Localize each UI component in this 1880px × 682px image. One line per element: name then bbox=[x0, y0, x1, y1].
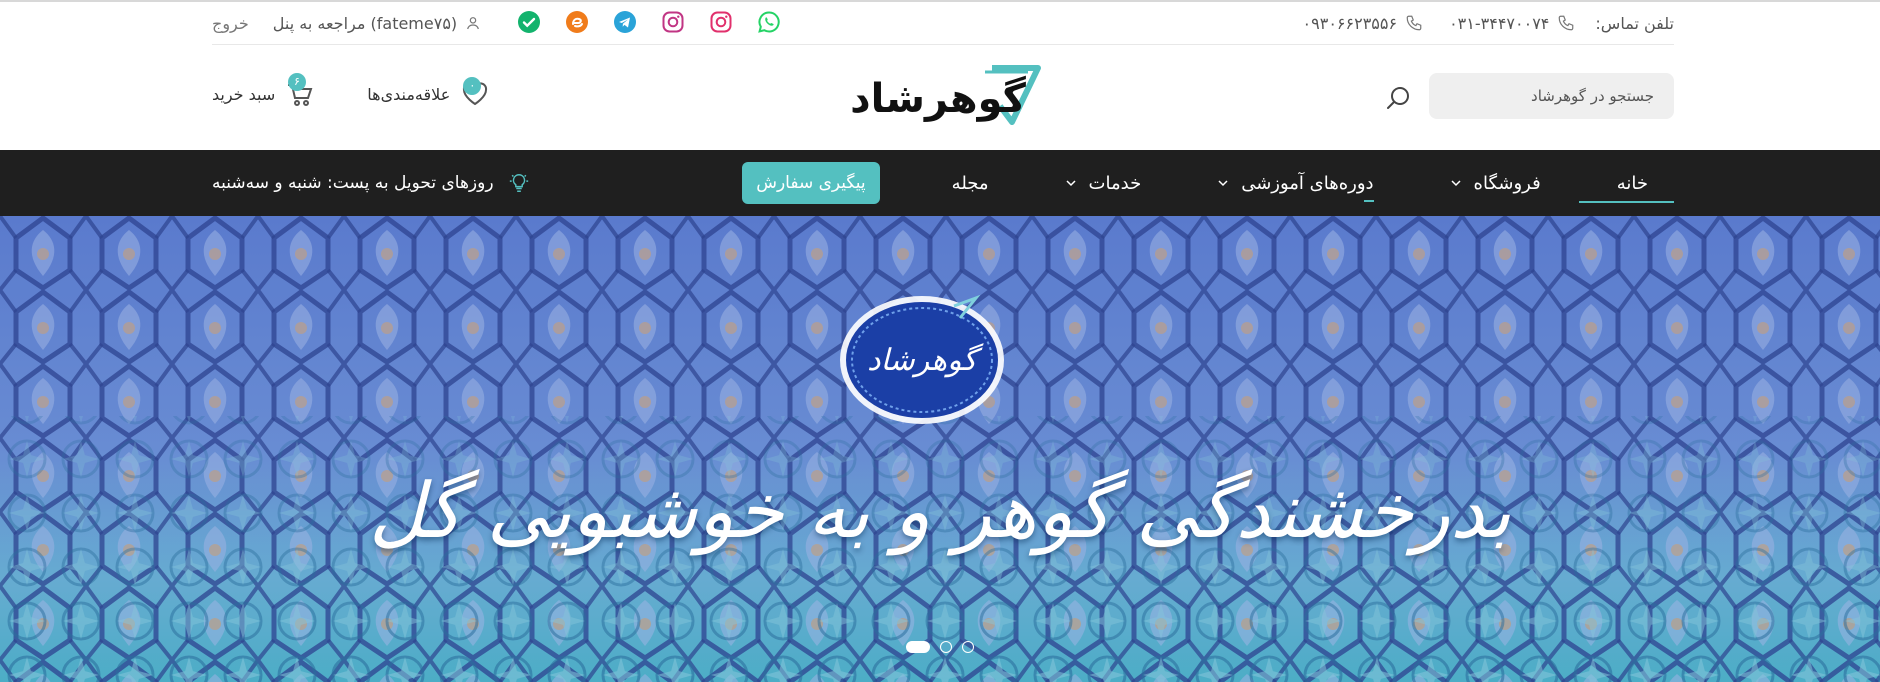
top-bar: تلفن تماس: ۰۳۱-۳۴۴۷۰۰۷۴ ۰۹۳۰۶۶۲۳۵۵۶ خروج… bbox=[0, 0, 1880, 45]
site-header: گوهرشاد سبد خرید ۶ علاقه‌مندی‌ها ۰ bbox=[212, 44, 1674, 150]
cart-count-badge: ۶ bbox=[288, 73, 306, 91]
user-icon bbox=[467, 17, 480, 30]
nav-item-label: مجله bbox=[951, 172, 989, 194]
nav-item-services[interactable]: خدمات bbox=[1027, 150, 1180, 216]
nav-item-label: دوره‌های آموزشی bbox=[1241, 172, 1374, 194]
wishlist-button[interactable]: علاقه‌مندی‌ها ۰ bbox=[367, 77, 490, 109]
main-nav: خانه فروشگاه دوره‌های آموزشی خدمات مجله … bbox=[0, 150, 1880, 216]
top-bar-inner: تلفن تماس: ۰۳۱-۳۴۴۷۰۰۷۴ ۰۹۳۰۶۶۲۳۵۵۶ خروج… bbox=[212, 2, 1674, 45]
slider-dots bbox=[0, 641, 1880, 653]
nav-item-label: فروشگاه bbox=[1473, 172, 1541, 194]
whatsapp-icon[interactable] bbox=[757, 10, 781, 34]
nav-item-home[interactable]: خانه bbox=[1578, 150, 1675, 216]
phone-icon bbox=[1559, 15, 1574, 31]
logo-text: گوهرشاد bbox=[850, 75, 1027, 122]
social-links bbox=[517, 10, 781, 34]
nav-item-courses[interactable]: دوره‌های آموزشی bbox=[1179, 150, 1411, 216]
check-icon[interactable] bbox=[517, 10, 541, 34]
main-nav-inner: خانه فروشگاه دوره‌های آموزشی خدمات مجله … bbox=[212, 150, 1675, 216]
slider-dot[interactable] bbox=[962, 641, 974, 653]
account-links: خروج مراجعه به پنل (fateme۷۵) bbox=[212, 11, 481, 35]
delivery-info: روزهای تحویل به پست: شنبه و سه‌شنبه bbox=[212, 150, 530, 216]
phone-number: ۰۹۳۰۶۶۲۳۵۵۶ bbox=[1302, 13, 1398, 33]
slider-dot[interactable] bbox=[940, 641, 952, 653]
phone-number: ۰۳۱-۳۴۴۷۰۰۷۴ bbox=[1449, 13, 1550, 33]
chevron-down-icon bbox=[1451, 180, 1461, 187]
search-icon[interactable] bbox=[1384, 84, 1412, 112]
hero-slider[interactable]: گوهرشاد بدرخشندگی گوهر و به خوشبویی گل bbox=[0, 216, 1880, 682]
header-actions: سبد خرید ۶ علاقه‌مندی‌ها ۰ bbox=[212, 73, 490, 114]
phone-icon bbox=[1406, 15, 1422, 31]
wishlist-label: علاقه‌مندی‌ها bbox=[367, 84, 451, 104]
instagram-icon[interactable] bbox=[709, 10, 733, 34]
cart-label: سبد خرید bbox=[212, 84, 276, 104]
eitaa-icon[interactable] bbox=[565, 10, 589, 34]
contact-info: تلفن تماس: ۰۳۱-۳۴۴۷۰۰۷۴ ۰۹۳۰۶۶۲۳۵۵۶ bbox=[1277, 11, 1674, 35]
hero-background bbox=[0, 216, 1880, 682]
telegram-icon[interactable] bbox=[613, 10, 637, 34]
panel-link-label: مراجعه به پنل (fateme۷۵) bbox=[272, 13, 458, 33]
nav-item-magazine[interactable]: مجله bbox=[914, 150, 1027, 216]
delivery-text: روزهای تحویل به پست: شنبه و سه‌شنبه bbox=[212, 173, 494, 193]
hero-headline: بدرخشندگی گوهر و به خوشبویی گل bbox=[368, 466, 1512, 555]
instagram-icon[interactable] bbox=[661, 10, 685, 34]
nav-item-label: خانه bbox=[1616, 172, 1648, 194]
nav-item-label: خدمات bbox=[1088, 172, 1142, 194]
cart-button[interactable]: سبد خرید ۶ bbox=[212, 73, 315, 109]
emblem-logo: گوهرشاد bbox=[840, 294, 1004, 424]
phone-2[interactable]: ۰۹۳۰۶۶۲۳۵۵۶ bbox=[1303, 14, 1424, 33]
lightbulb-icon bbox=[509, 174, 528, 192]
nav-new-marker bbox=[1363, 200, 1374, 202]
phone-1[interactable]: ۰۳۱-۳۴۴۷۰۰۷۴ bbox=[1449, 14, 1575, 33]
nav-item-shop[interactable]: فروشگاه bbox=[1412, 150, 1579, 216]
search-input[interactable] bbox=[1429, 73, 1674, 119]
chevron-down-icon bbox=[1218, 180, 1228, 187]
chevron-down-icon bbox=[1066, 180, 1076, 187]
track-order-button[interactable]: پیگیری سفارش bbox=[742, 162, 880, 204]
nav-menu: خانه فروشگاه دوره‌های آموزشی خدمات مجله … bbox=[742, 150, 1675, 216]
phone-label: تلفن تماس: bbox=[1595, 13, 1674, 33]
panel-link[interactable]: مراجعه به پنل (fateme۷۵) bbox=[273, 14, 481, 33]
logout-link[interactable]: خروج bbox=[212, 14, 249, 33]
emblem-text: گوهرشاد bbox=[867, 343, 984, 378]
site-logo[interactable]: گوهرشاد bbox=[842, 62, 1042, 128]
slider-dot[interactable] bbox=[906, 641, 930, 653]
